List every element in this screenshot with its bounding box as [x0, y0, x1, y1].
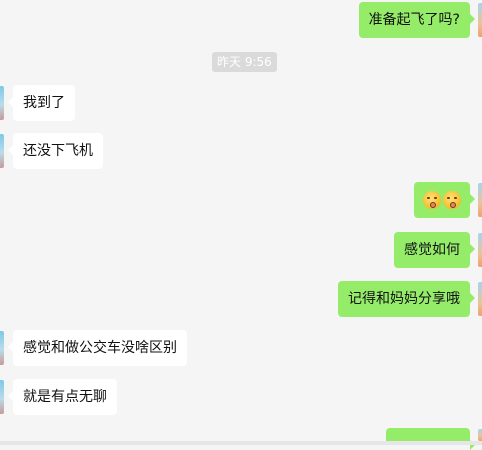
- contact-avatar[interactable]: [0, 331, 4, 365]
- message-timestamp: 昨天 9:56: [212, 52, 277, 72]
- message-bubble-outgoing-emoji[interactable]: [414, 182, 475, 218]
- input-area-edge: [0, 441, 482, 445]
- message-bubble-outgoing[interactable]: 准备起飞了吗?: [358, 2, 476, 38]
- my-avatar[interactable]: [478, 282, 482, 316]
- message-bubble-incoming[interactable]: 感觉和做公交车没啥区别: [8, 330, 187, 366]
- message-bubble-outgoing-partial[interactable]: [386, 428, 475, 450]
- my-avatar[interactable]: [478, 233, 482, 267]
- contact-avatar[interactable]: [0, 380, 4, 414]
- my-avatar[interactable]: [478, 183, 482, 217]
- message-bubble-incoming[interactable]: 就是有点无聊: [8, 379, 117, 415]
- message-bubble-incoming[interactable]: 还没下飞机: [8, 133, 103, 169]
- kissing-face-emoji-icon: [423, 191, 441, 209]
- my-avatar[interactable]: [478, 429, 482, 441]
- message-bubble-outgoing[interactable]: 感觉如何: [394, 232, 475, 268]
- message-bubble-incoming[interactable]: 我到了: [8, 85, 75, 121]
- contact-avatar[interactable]: [0, 86, 4, 120]
- kissing-face-emoji-icon: [443, 191, 461, 209]
- message-bubble-outgoing[interactable]: 记得和妈妈分享哦: [338, 281, 475, 317]
- chat-message-list[interactable]: 准备起飞了吗? 昨天 9:56 我到了 还没下飞机 感觉如何 记得和妈妈分享哦 …: [0, 0, 482, 450]
- my-avatar[interactable]: [478, 3, 482, 37]
- contact-avatar[interactable]: [0, 134, 4, 168]
